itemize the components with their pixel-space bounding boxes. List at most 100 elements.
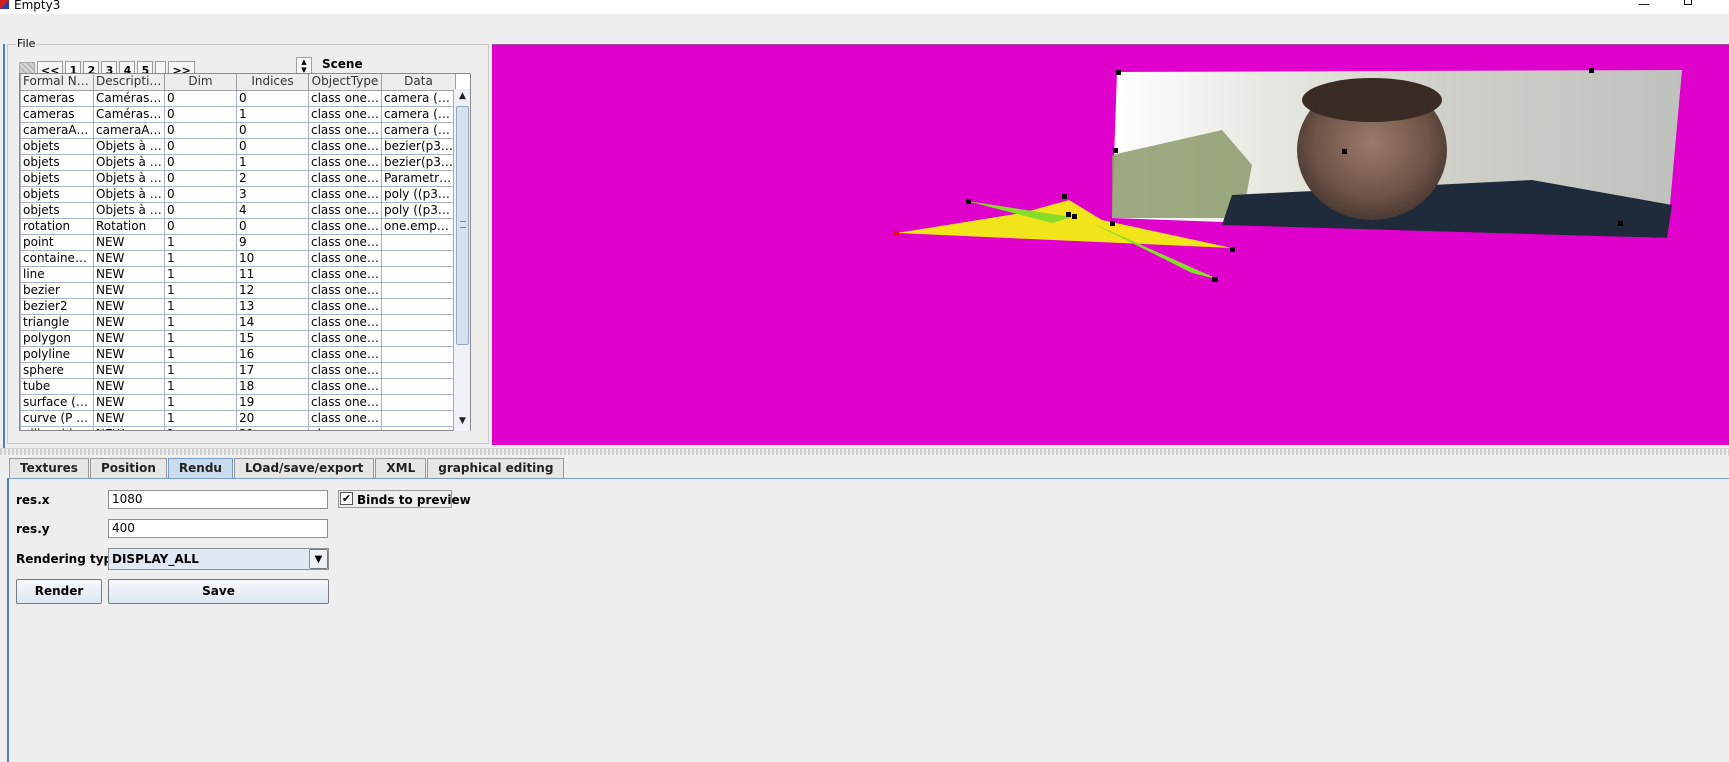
table-cell[interactable]: 9 bbox=[236, 233, 309, 251]
table-row[interactable]: objets Objets à p... 0 4 class one.... poly (… bbox=[20, 201, 456, 219]
table-row[interactable]: polygon NEW 1 15 class one.... bbox=[20, 329, 456, 347]
table-cell[interactable]: 1 bbox=[164, 361, 237, 379]
table-cell[interactable]: objets bbox=[20, 137, 94, 155]
table-cell[interactable]: 0 bbox=[164, 89, 237, 107]
table-cell[interactable]: 0 bbox=[236, 121, 309, 139]
table-row[interactable]: curve (P =... NEW 1 20 class one.... bbox=[20, 409, 456, 427]
table-cell[interactable]: class one.... bbox=[308, 249, 382, 267]
table-row[interactable]: objets Objets à p... 0 1 class one.... bezier… bbox=[20, 153, 456, 171]
table-cell[interactable]: 1 bbox=[164, 377, 237, 395]
tab-graphical-editing[interactable]: graphical editing bbox=[427, 458, 565, 478]
table-cell[interactable]: class one.... bbox=[308, 425, 382, 430]
table-cell[interactable]: camera (st... bbox=[381, 89, 456, 107]
table-cell[interactable]: 1 bbox=[164, 329, 237, 347]
table-cell[interactable]: class one.... bbox=[308, 409, 382, 427]
table-cell[interactable]: objets bbox=[20, 185, 94, 203]
table-cell[interactable]: NEW bbox=[93, 313, 165, 331]
table-cell[interactable] bbox=[381, 233, 456, 251]
table-cell[interactable]: NEW bbox=[93, 233, 165, 251]
control-point[interactable] bbox=[1342, 149, 1347, 154]
table-cell[interactable]: 17 bbox=[236, 361, 309, 379]
table-cell[interactable]: class one.... bbox=[308, 393, 382, 411]
table-cell[interactable]: 0 bbox=[164, 121, 237, 139]
table-cell[interactable]: 0 bbox=[164, 105, 237, 123]
scroll-up-icon[interactable]: ▲ bbox=[456, 90, 469, 103]
table-cell[interactable] bbox=[381, 313, 456, 331]
table-cell[interactable] bbox=[381, 393, 456, 411]
table-cell[interactable]: NEW bbox=[93, 297, 165, 315]
tab-position[interactable]: Position bbox=[89, 458, 167, 478]
table-cell[interactable]: 15 bbox=[236, 329, 309, 347]
table-cell[interactable] bbox=[381, 409, 456, 427]
column-header[interactable]: Data bbox=[381, 74, 456, 91]
table-cell[interactable]: line bbox=[20, 265, 94, 283]
tab-textures[interactable]: Textures bbox=[9, 458, 89, 478]
table-cell[interactable]: cameras bbox=[20, 105, 94, 123]
table-row[interactable]: rotation Rotation 0 0 class one.... one.empty… bbox=[20, 217, 456, 235]
maximize-button[interactable] bbox=[1684, 0, 1692, 5]
table-cell[interactable]: NEW bbox=[93, 409, 165, 427]
table-row[interactable]: ellipsoid...NEW121class one.... bbox=[20, 425, 456, 430]
table-cell[interactable]: camera (st... bbox=[381, 105, 456, 123]
column-header[interactable]: ObjectType bbox=[308, 74, 382, 91]
table-cell[interactable] bbox=[381, 265, 456, 283]
table-cell[interactable]: Objets à p... bbox=[93, 201, 165, 219]
table-row[interactable]: objets Objets à p... 0 3 class one.... poly (… bbox=[20, 185, 456, 203]
resy-input[interactable]: 400 bbox=[108, 519, 328, 538]
column-header[interactable]: Indices bbox=[236, 74, 309, 91]
table-row[interactable]: container (... NEW 1 10 class one.... bbox=[20, 249, 456, 267]
table-cell[interactable]: poly ((p3( -... bbox=[381, 185, 456, 203]
table-cell[interactable]: NEW bbox=[93, 249, 165, 267]
control-point[interactable] bbox=[1589, 68, 1594, 73]
table-cell[interactable]: Objets à p... bbox=[93, 169, 165, 187]
table-cell[interactable]: 1 bbox=[164, 249, 237, 267]
table-cell[interactable]: NEW bbox=[93, 377, 165, 395]
table-row[interactable]: line NEW 1 11 class one.... bbox=[20, 265, 456, 283]
table-cell[interactable]: 11 bbox=[236, 265, 309, 283]
table-cell[interactable]: ellipsoid... bbox=[20, 425, 94, 430]
table-cell[interactable]: 1 bbox=[164, 297, 237, 315]
table-cell[interactable]: bezier2 bbox=[20, 297, 94, 315]
table-cell[interactable]: bezier(p3( ... bbox=[381, 137, 456, 155]
table-cell[interactable]: cameras bbox=[20, 89, 94, 107]
tab-load-save-export[interactable]: LOad/save/export bbox=[233, 458, 375, 478]
table-cell[interactable]: surface (P ... bbox=[20, 393, 94, 411]
table-cell[interactable] bbox=[381, 425, 456, 430]
table-cell[interactable]: 14 bbox=[236, 313, 309, 331]
table-cell[interactable]: class one.... bbox=[308, 297, 382, 315]
table-cell[interactable]: 1 bbox=[164, 281, 237, 299]
tab-xml[interactable]: XML bbox=[375, 458, 427, 478]
table-cell[interactable]: class one.... bbox=[308, 313, 382, 331]
table-row[interactable]: cameras Caméras ... 0 0 class one.... camera … bbox=[20, 89, 456, 107]
table-cell[interactable]: 4 bbox=[236, 201, 309, 219]
table-cell[interactable]: class one.... bbox=[308, 233, 382, 251]
table-cell[interactable]: NEW bbox=[93, 329, 165, 347]
binds-to-preview-label[interactable]: Binds to preview bbox=[357, 493, 471, 507]
table-row[interactable]: point NEW 1 9 class one.... bbox=[20, 233, 456, 251]
control-point[interactable] bbox=[1230, 247, 1235, 252]
control-point[interactable] bbox=[966, 199, 971, 204]
scroll-down-icon[interactable]: ▼ bbox=[456, 415, 469, 428]
table-cell[interactable]: 0 bbox=[164, 217, 237, 235]
table-cell[interactable]: 1 bbox=[164, 313, 237, 331]
table-cell[interactable]: 0 bbox=[236, 217, 309, 235]
control-point[interactable] bbox=[1110, 221, 1115, 226]
table-cell[interactable]: 3 bbox=[236, 185, 309, 203]
table-cell[interactable] bbox=[381, 345, 456, 363]
table-cell[interactable]: 0 bbox=[236, 137, 309, 155]
table-cell[interactable]: 1 bbox=[236, 105, 309, 123]
table-cell[interactable]: NEW bbox=[93, 345, 165, 363]
table-cell[interactable]: 20 bbox=[236, 409, 309, 427]
table-cell[interactable]: curve (P =... bbox=[20, 409, 94, 427]
table-cell[interactable]: objets bbox=[20, 169, 94, 187]
table-cell[interactable]: point bbox=[20, 233, 94, 251]
table-cell[interactable]: class one.... bbox=[308, 281, 382, 299]
table-cell[interactable]: 21 bbox=[236, 425, 309, 430]
table-cell[interactable]: bezier(p3( ... bbox=[381, 153, 456, 171]
table-cell[interactable]: Objets à p... bbox=[93, 137, 165, 155]
control-point[interactable] bbox=[1062, 194, 1067, 199]
table-row[interactable]: bezier2 NEW 1 13 class one.... bbox=[20, 297, 456, 315]
table-cell[interactable]: cameraAct... bbox=[93, 121, 165, 139]
table-cell[interactable]: Rotation bbox=[93, 217, 165, 235]
table-cell[interactable]: NEW bbox=[93, 361, 165, 379]
